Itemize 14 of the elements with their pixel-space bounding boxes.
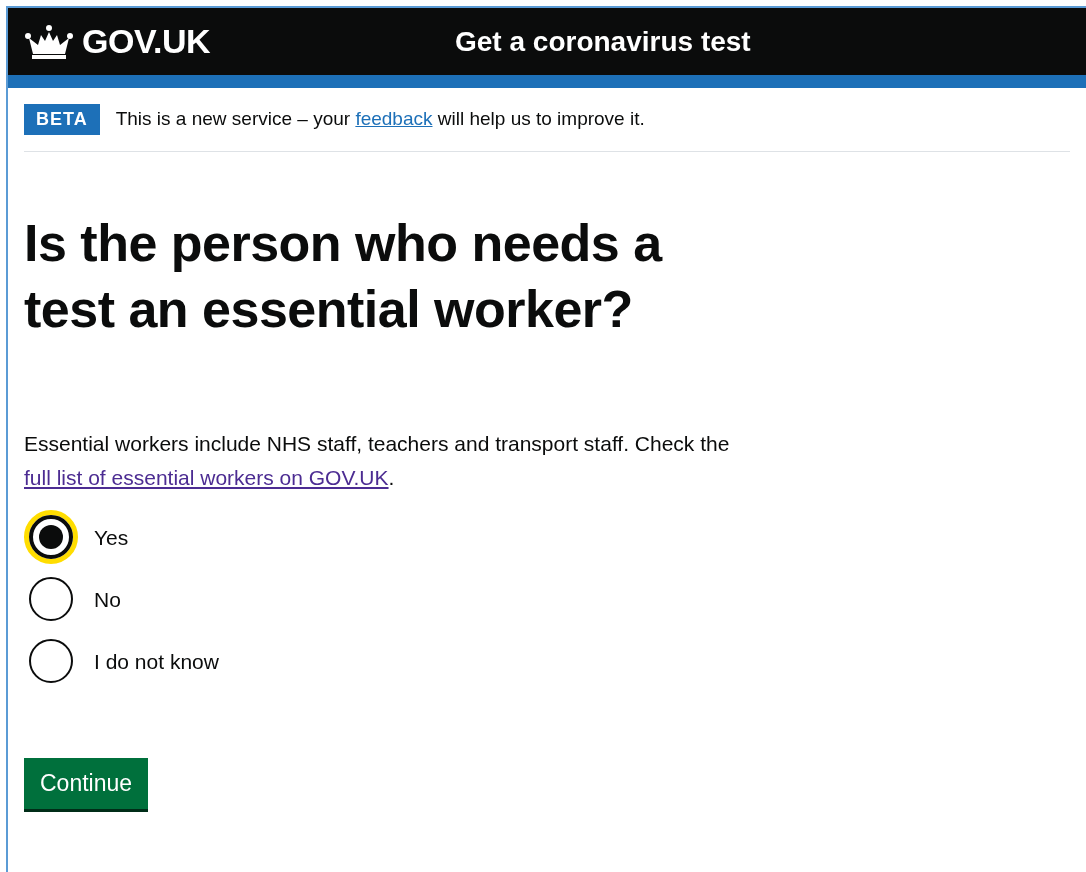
option-label[interactable]: Yes xyxy=(94,521,129,553)
option-label[interactable]: I do not know xyxy=(94,645,219,677)
option-label[interactable]: No xyxy=(94,583,121,615)
continue-button[interactable]: Continue xyxy=(24,758,149,809)
service-name[interactable]: Get a coronavirus test xyxy=(455,20,751,63)
phase-banner-text: This is a new service – your feedback will help us to improve it. xyxy=(115,107,645,132)
hint-text: Essential workers include NHS staff, teachers and transport staff. Check the full list of essential workers on GOV.UK. xyxy=(24,431,731,491)
question-heading: Is the person who needs a test an essential worker? xyxy=(24,213,664,341)
logo-text[interactable]: GOV.UK xyxy=(82,16,210,67)
radio-button[interactable] xyxy=(24,510,78,565)
feedback-link[interactable]: feedback xyxy=(355,108,433,130)
phase-tag: BETA xyxy=(24,104,100,135)
essential-workers-link[interactable]: full list of essential workers on GOV.UK xyxy=(24,465,389,489)
crown-icon xyxy=(24,23,74,60)
